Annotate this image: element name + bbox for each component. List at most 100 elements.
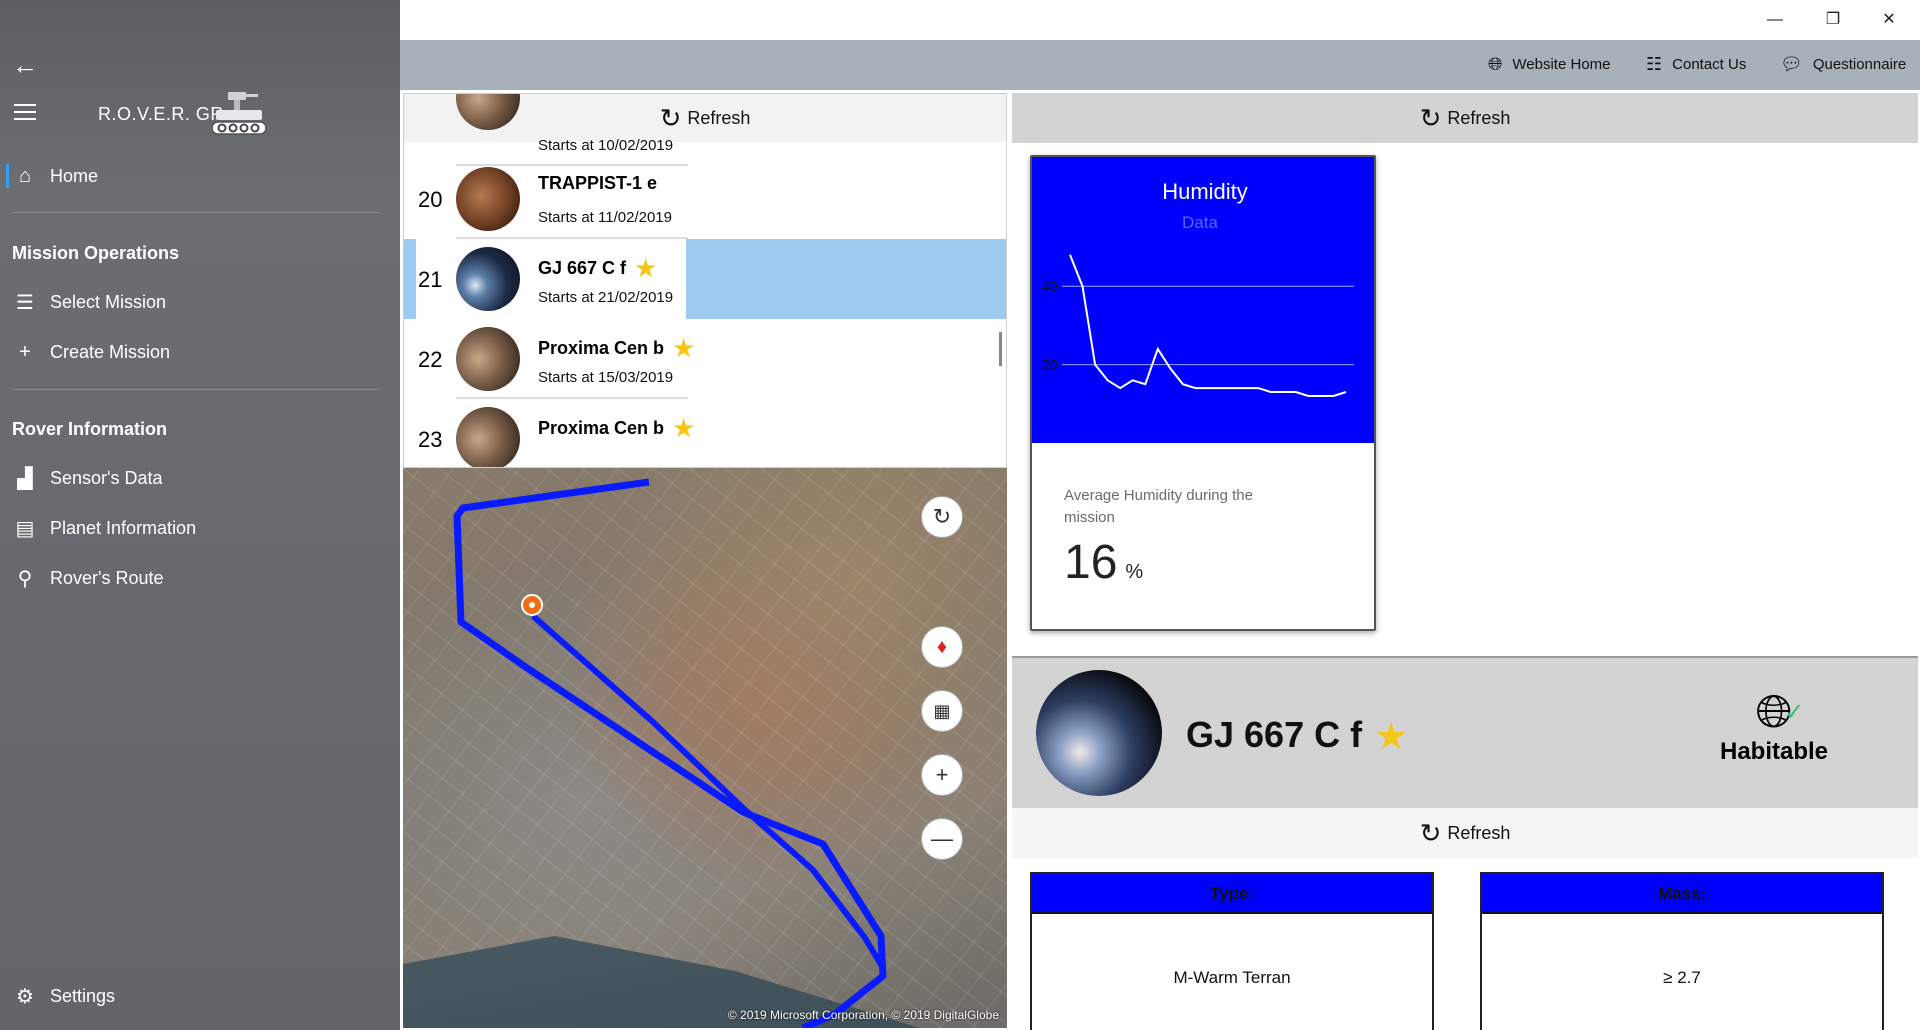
mission-list-item[interactable]: 22 Proxima Cen b ★ Starts at 15/03/2019 — [404, 319, 1004, 399]
zoom-in-button[interactable]: + — [921, 754, 963, 796]
mission-start-date: Starts at 15/03/2019 — [538, 369, 674, 386]
humidity-chart-plot: 40 20 — [1042, 254, 1354, 397]
mission-list-item-selected[interactable]: 21 GJ 667 C f ★ Starts at 21/02/2019 — [404, 239, 1006, 319]
mission-number: 22 — [418, 347, 443, 372]
close-button[interactable]: ✕ — [1866, 6, 1912, 34]
mission-list-item[interactable]: 20 TRAPPIST-1 e Starts at 11/02/2019 — [404, 159, 1004, 239]
refresh-icon: ↻ — [1419, 817, 1442, 848]
sensor-data-panel: ↻ Refresh Humidity Data 40 20 Average Hum… — [1012, 93, 1918, 653]
top-command-bar: 🌐︎ Website Home ☷ Contact Us 💬︎ Question… — [400, 40, 1920, 90]
y-tick-label: 40 — [1042, 278, 1058, 294]
list-scrollbar[interactable] — [999, 332, 1002, 366]
questionnaire-link[interactable]: 💬︎ Questionnaire — [1780, 54, 1906, 75]
mission-name-row: Proxima Cen b ★ — [538, 333, 695, 364]
favorite-star-icon[interactable]: ★ — [634, 253, 657, 283]
favorite-star-icon[interactable]: ★ — [672, 413, 695, 443]
planet-thumbnail — [456, 167, 520, 231]
contact-us-link[interactable]: ☷ Contact Us — [1646, 54, 1746, 75]
nav-planet-information[interactable]: ▤ Planet Information — [0, 506, 400, 550]
rover-logo-icon — [211, 92, 267, 135]
humidity-chart: Humidity Data 40 20 — [1032, 157, 1374, 443]
nav-sensors-data-label: Sensor's Data — [50, 467, 163, 488]
back-arrow-icon[interactable]: ← — [12, 52, 38, 78]
planet-refresh-button[interactable]: ↻ Refresh — [1012, 808, 1918, 858]
rotate-map-button[interactable]: ↻ — [921, 496, 963, 538]
planet-header: GJ 667 C f ★ 🌐︎ ✓ Habitable — [1012, 658, 1918, 808]
nav-select-mission[interactable]: ☰ Select Mission — [0, 280, 400, 324]
map-style-button[interactable]: ▦ — [921, 690, 963, 732]
rover-route-line — [453, 478, 887, 1028]
nav-create-mission[interactable]: + Create Mission — [0, 330, 400, 374]
nav-sensors-data[interactable]: ▟ Sensor's Data — [0, 456, 400, 500]
nav-header-rover-information: Rover Information — [12, 419, 168, 439]
mission-list-item[interactable]: 23 Proxima Cen b ★ — [404, 399, 1004, 467]
minimize-button[interactable]: — — [1752, 6, 1798, 34]
refresh-label: Refresh — [1447, 107, 1511, 128]
website-home-label: Website Home — [1512, 56, 1611, 73]
plus-icon: + — [19, 340, 31, 363]
plus-icon: + — [935, 762, 949, 787]
habitability-label: Habitable — [1719, 738, 1829, 765]
nav-planet-information-label: Planet Information — [50, 517, 197, 538]
mission-name: Proxima Cen b — [538, 418, 665, 438]
app-title: R.O.V.E.R. GR — [98, 104, 224, 124]
gear-icon: ⚙ — [16, 985, 34, 1008]
grid-icon: ▦ — [933, 700, 951, 721]
humidity-unit: % — [1125, 561, 1144, 583]
route-map[interactable]: ↻ ♦ ▦ + — © 2019 Microsoft Corporation, … — [403, 468, 1007, 1028]
contact-us-label: Contact Us — [1672, 56, 1747, 73]
mission-list-item[interactable]: Starts at 10/02/2019 — [404, 94, 1004, 166]
rover-location-pin-icon[interactable] — [521, 594, 543, 616]
website-home-link[interactable]: 🌐︎ Website Home — [1488, 54, 1611, 75]
nav-rovers-route[interactable]: ⚲ Rover's Route — [0, 556, 400, 600]
humidity-value-row: 16% — [1064, 535, 1143, 590]
navigation-pane: ← R.O.V.E.R. GR ⌂ Home Mission Operation… — [0, 0, 400, 1030]
zoom-out-button[interactable]: — — [921, 818, 963, 860]
news-icon: ▤ — [15, 517, 35, 540]
nav-home-label: Home — [50, 165, 99, 186]
compass-button[interactable]: ♦ — [921, 626, 963, 668]
favorite-star-icon[interactable]: ★ — [672, 333, 695, 363]
mission-list-panel: ↻ Refresh Starts at 10/02/2019 20 TRAPPI… — [403, 93, 1007, 468]
planet-type-header: Type: — [1032, 874, 1432, 914]
mission-name: TRAPPIST-1 e — [538, 173, 658, 193]
planet-mass-card: Mass: ≥ 2.7 — [1480, 872, 1884, 1030]
mission-number: 20 — [418, 187, 443, 212]
planet-image — [1036, 670, 1162, 796]
planet-mass-value: ≥ 2.7 — [1663, 968, 1701, 987]
questionnaire-label: Questionnaire — [1812, 56, 1907, 73]
planet-type-card: Type: M-Warm Terran — [1030, 872, 1434, 1030]
mission-name-row: GJ 667 C f ★ — [538, 253, 657, 284]
nav-settings[interactable]: ⚙ Settings — [0, 974, 400, 1018]
nav-divider — [12, 389, 380, 390]
list-icon: ☰ — [16, 291, 34, 314]
home-icon: ⌂ — [18, 164, 32, 187]
planet-thumbnail — [456, 94, 520, 130]
map-copyright: © 2019 Microsoft Corporation, © 2019 Dig… — [727, 1008, 999, 1022]
planet-thumbnail — [456, 247, 520, 311]
nav-divider — [12, 212, 380, 213]
compass-icon: ♦ — [936, 635, 948, 658]
restore-button[interactable]: ❐ — [1810, 6, 1856, 34]
habitability-status: 🌐︎ ✓ Habitable — [1714, 686, 1834, 766]
humidity-card: Humidity Data 40 20 Average Humidity duri… — [1030, 155, 1376, 631]
nav-home[interactable]: ⌂ Home — [0, 154, 400, 198]
window-title-bar: — ❐ ✕ — [400, 0, 1920, 40]
hamburger-menu-icon[interactable] — [14, 104, 36, 120]
globe-icon: 🌐︎ — [1488, 54, 1503, 74]
refresh-label: Refresh — [1447, 822, 1511, 843]
habitable-globe-icon: 🌐︎ ✓ — [1755, 685, 1805, 737]
chart-icon: ▟ — [17, 467, 33, 490]
favorite-star-icon[interactable]: ★ — [1374, 716, 1408, 758]
planet-name: GJ 667 C f — [1186, 714, 1363, 755]
sensor-refresh-button[interactable]: ↻ Refresh — [1012, 93, 1918, 143]
nav-settings-label: Settings — [50, 985, 116, 1006]
nav-select-mission-label: Select Mission — [50, 291, 167, 312]
rotate-icon: ↻ — [932, 504, 952, 529]
checkmark-icon: ✓ — [1784, 699, 1805, 726]
nav-header-mission-operations: Mission Operations — [12, 243, 180, 263]
planet-thumbnail — [456, 407, 520, 467]
refresh-icon: ↻ — [1419, 102, 1442, 133]
minus-icon: — — [931, 826, 953, 851]
planet-name-row: GJ 667 C f ★ — [1186, 714, 1408, 759]
